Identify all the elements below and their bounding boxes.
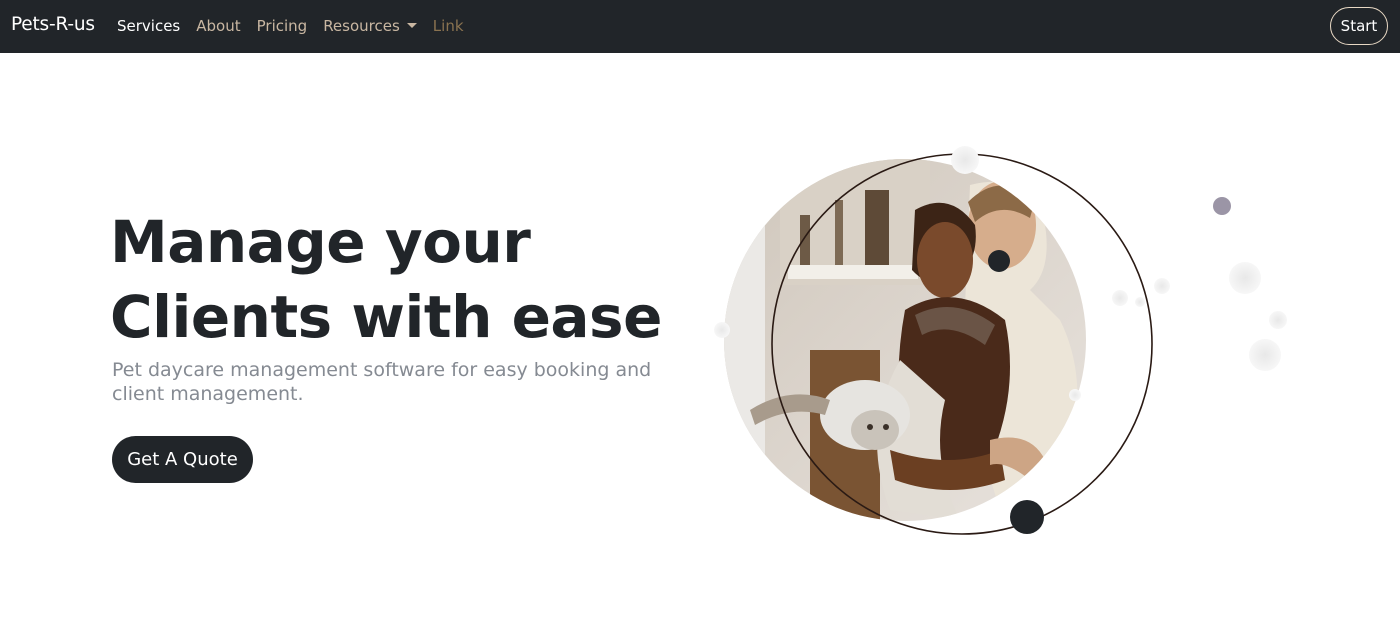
hero-title-line-1: Manage your <box>110 208 531 276</box>
nav-link-services[interactable]: Services <box>117 17 180 35</box>
get-quote-button[interactable]: Get A Quote <box>112 436 253 483</box>
nav-link-pricing[interactable]: Pricing <box>257 17 308 35</box>
hero-subtitle: Pet daycare management software for easy… <box>112 359 652 405</box>
dot-accent-small <box>988 250 1010 272</box>
hero-illustration <box>714 146 1287 535</box>
top-navbar: Pets-R-us Services About Pricing Resourc… <box>0 0 1400 53</box>
start-button[interactable]: Start <box>1330 7 1388 45</box>
couple-with-cat-photo-icon <box>724 159 1086 521</box>
brand-logo[interactable]: Pets-R-us <box>11 14 95 35</box>
hero-title-line-2: Clients with ease <box>110 283 662 351</box>
dot-accent-large <box>1010 500 1044 534</box>
chevron-down-icon <box>406 23 417 28</box>
hero-title: Manage your Clients with ease <box>110 205 710 355</box>
nav-dropdown-resources[interactable]: Resources <box>323 17 417 35</box>
dot-accent-purple <box>1213 197 1231 215</box>
nav-link-resources-label: Resources <box>323 17 400 35</box>
nav-links: Services About Pricing Resources Link <box>117 17 480 35</box>
nav-link-about[interactable]: About <box>196 17 240 35</box>
nav-link-link[interactable]: Link <box>433 17 464 35</box>
